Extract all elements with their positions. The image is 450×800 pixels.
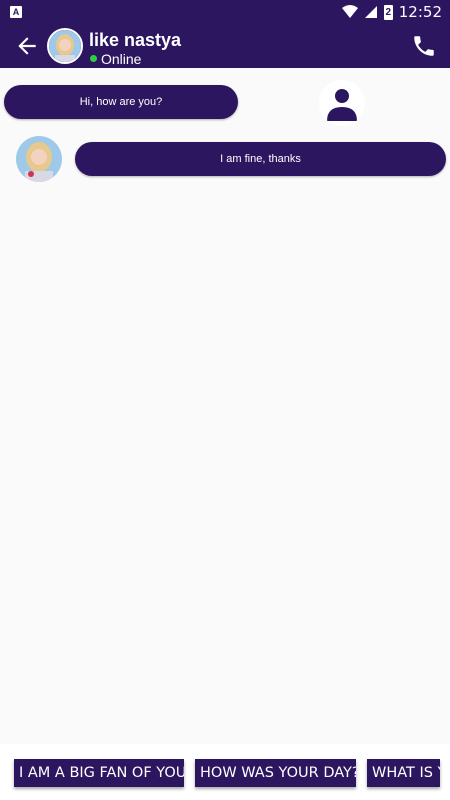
status-icons: 2 12:52	[341, 2, 442, 22]
contact-avatar	[16, 136, 62, 182]
signal-icon	[364, 6, 377, 18]
arrow-left-icon[interactable]	[14, 33, 40, 59]
status-bar: A 2 12:52	[0, 0, 450, 24]
message-bubble-received: I am fine, thanks	[75, 142, 446, 176]
avatar-photo	[16, 136, 62, 182]
message-bubble-sent: Hi, how are you?	[4, 85, 238, 119]
message-list[interactable]: Hi, how are you? I am fine, thanks	[0, 68, 450, 744]
online-status-text: Online	[101, 51, 142, 67]
quick-reply-button[interactable]: I AM A BIG FAN OF YOU	[14, 759, 184, 787]
chat-header: like nastya Online	[0, 24, 450, 68]
quick-reply-bar[interactable]: I AM A BIG FAN OF YOU HOW WAS YOUR DAY? …	[0, 744, 450, 800]
user-avatar	[319, 80, 365, 126]
quick-reply-button[interactable]: HOW WAS YOUR DAY?	[195, 759, 356, 787]
contact-avatar-header[interactable]	[47, 28, 83, 64]
status-time: 12:52	[398, 3, 442, 21]
online-status-dot	[90, 55, 97, 62]
battery-level: 2	[385, 6, 392, 18]
person-icon	[319, 80, 365, 126]
contact-name: like nastya	[89, 30, 182, 50]
phone-icon[interactable]	[411, 33, 437, 59]
avatar-photo	[49, 30, 81, 62]
quick-reply-button[interactable]: WHAT IS YOUR	[367, 759, 440, 787]
wifi-icon	[341, 5, 358, 18]
notification-a-icon: A	[10, 6, 22, 18]
battery-icon: 2	[383, 4, 393, 20]
